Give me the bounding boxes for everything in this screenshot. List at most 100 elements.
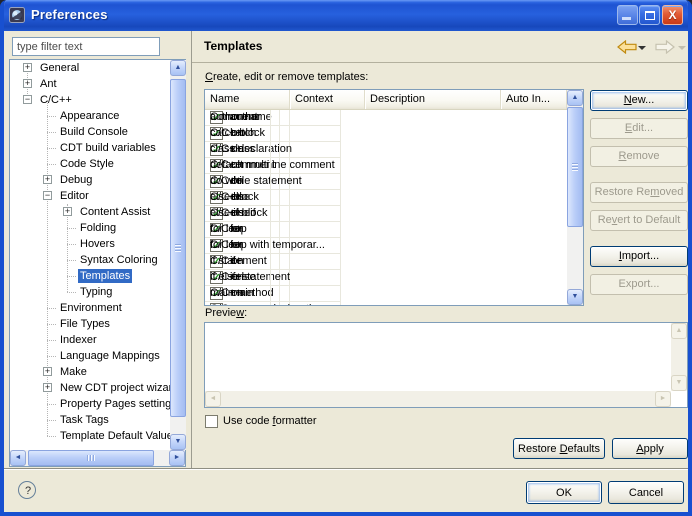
- tree-item-syntax-coloring[interactable]: Syntax Coloring: [10, 252, 170, 268]
- scroll-down-icon: ▼: [671, 375, 687, 391]
- tree-item-environment[interactable]: Environment: [10, 300, 170, 316]
- column-header-name[interactable]: Name: [205, 90, 290, 109]
- tree-item-label: Editor: [58, 189, 91, 203]
- restore-defaults-button[interactable]: Restore Defaults: [513, 438, 605, 459]
- window-title: Preferences: [31, 7, 108, 22]
- use-code-formatter-checkbox[interactable]: [205, 415, 218, 428]
- expand-icon[interactable]: +: [23, 79, 32, 88]
- tree-item-indexer[interactable]: Indexer: [10, 332, 170, 348]
- titlebar[interactable]: Preferences X: [0, 0, 692, 31]
- tree-item-general[interactable]: +General: [10, 60, 170, 76]
- expand-icon[interactable]: +: [43, 383, 52, 392]
- expand-icon[interactable]: +: [63, 207, 72, 216]
- template-row-for[interactable]: ✓forC/C++for loopon: [205, 222, 567, 238]
- tree-item-build-console[interactable]: Build Console: [10, 124, 170, 140]
- tree-vertical-scrollbar[interactable]: ▲ ▼: [170, 60, 186, 450]
- table-scroll-thumb[interactable]: [567, 107, 583, 227]
- cancel-button[interactable]: Cancel: [608, 481, 684, 504]
- tree-item-property-pages-settings[interactable]: Property Pages settings: [10, 396, 170, 412]
- template-row-if[interactable]: ✓ifC/C++if statementon: [205, 254, 567, 270]
- import-button[interactable]: Import...: [590, 246, 688, 267]
- tree-item-folding[interactable]: Folding: [10, 220, 170, 236]
- tree-item-label: Typing: [78, 285, 114, 299]
- tree-item-label: Debug: [58, 173, 94, 187]
- tree-item-label: Build Console: [58, 125, 130, 139]
- tree-item-c-c-[interactable]: −C/C++: [10, 92, 170, 108]
- filter-input[interactable]: [12, 37, 160, 56]
- tree-hscroll-thumb[interactable]: [28, 450, 154, 466]
- template-row-main[interactable]: ✓mainC/C++main methodon: [205, 286, 567, 302]
- minimize-button[interactable]: [617, 5, 638, 25]
- tree-item-cdt-build-variables[interactable]: CDT build variables: [10, 140, 170, 156]
- tree-content: +General+Ant−C/C++AppearanceBuild Consol…: [10, 60, 170, 450]
- template-row-do[interactable]: ✓doC/C++do while statementon: [205, 174, 567, 190]
- tree-item-code-style[interactable]: Code Style: [10, 156, 170, 172]
- template-row-elseif[interactable]: ✓elseifC/C++else if blockon: [205, 206, 567, 222]
- template-row-else[interactable]: ✓elseC/C++else blockon: [205, 190, 567, 206]
- tree-item-ant[interactable]: + Ant: [10, 76, 170, 92]
- maximize-button[interactable]: [639, 5, 660, 25]
- scroll-down-icon[interactable]: ▼: [567, 289, 583, 305]
- scroll-right-icon[interactable]: ►: [169, 450, 185, 466]
- tree-item-hovers[interactable]: Hovers: [10, 236, 170, 252]
- tree-item-new-cdt-project-wizard[interactable]: +New CDT project wizard: [10, 380, 170, 396]
- collapse-icon[interactable]: −: [43, 191, 52, 200]
- tree-item-content-assist[interactable]: +Content Assist: [10, 204, 170, 220]
- restore-removed-button[interactable]: Restore Removed: [590, 182, 688, 203]
- tree-item-label: Indexer: [58, 333, 99, 347]
- back-arrow-icon[interactable]: [617, 40, 637, 59]
- tree-item-label: Ant: [38, 77, 59, 91]
- template-row-namespace[interactable]: ✓namespaceC/C++namespace declarationon: [205, 302, 567, 305]
- tree-item-make[interactable]: +Make: [10, 364, 170, 380]
- forward-arrow-icon[interactable]: [655, 40, 675, 59]
- scroll-up-icon[interactable]: ▲: [567, 90, 583, 106]
- tree-item-template-default-values[interactable]: Template Default Values: [10, 428, 170, 444]
- templates-table: NameContextDescriptionAuto In... ✓author…: [204, 89, 584, 306]
- auto-insert-cell: on: [205, 142, 271, 158]
- close-button[interactable]: X: [662, 5, 683, 25]
- expand-icon[interactable]: +: [43, 367, 52, 376]
- tree-scroll-thumb[interactable]: [170, 79, 186, 417]
- table-vertical-scrollbar[interactable]: ▲ ▼: [567, 90, 583, 305]
- tree-stub: [47, 148, 56, 149]
- ok-button[interactable]: OK: [526, 481, 602, 504]
- column-header-context[interactable]: Context: [290, 90, 365, 109]
- scroll-left-icon[interactable]: ◄: [10, 450, 26, 466]
- tree-horizontal-scrollbar[interactable]: ◄ ►: [10, 450, 185, 466]
- column-header-auto-in-[interactable]: Auto In...: [501, 90, 567, 109]
- tree-item-typing[interactable]: Typing: [10, 284, 170, 300]
- scroll-up-icon[interactable]: ▲: [170, 60, 186, 76]
- scroll-down-icon[interactable]: ▼: [170, 434, 186, 450]
- template-row-class[interactable]: ✓classC/C++class declarationon: [205, 142, 567, 158]
- tree-item-label: Property Pages settings: [58, 397, 170, 411]
- tree-item-appearance[interactable]: Appearance: [10, 108, 170, 124]
- tree-item-editor[interactable]: −Editor: [10, 188, 170, 204]
- tree-item-templates[interactable]: Templates: [10, 268, 170, 284]
- help-button[interactable]: ?: [18, 481, 36, 499]
- tree-item-label: Appearance: [58, 109, 121, 123]
- apply-button[interactable]: Apply: [612, 438, 688, 459]
- pane-divider[interactable]: [191, 31, 192, 468]
- tree-item-debug[interactable]: + Debug: [10, 172, 170, 188]
- export-button[interactable]: Export...: [590, 274, 688, 295]
- column-header-description[interactable]: Description: [365, 90, 501, 109]
- expand-icon[interactable]: +: [23, 63, 32, 72]
- forward-history-caret-icon[interactable]: [678, 46, 686, 50]
- tree-item-file-types[interactable]: File Types: [10, 316, 170, 332]
- new-button[interactable]: New...: [590, 90, 688, 111]
- template-row-ifelse[interactable]: ✓ifelseC/C++if else statementon: [205, 270, 567, 286]
- template-row-for[interactable]: ✓forC/C++for loop with temporar...on: [205, 238, 567, 254]
- back-history-caret-icon[interactable]: [638, 46, 646, 50]
- collapse-icon[interactable]: −: [23, 95, 32, 104]
- tree-item-label: Folding: [78, 221, 118, 235]
- template-row-author[interactable]: ✓authorCommentauthor nameon: [205, 110, 567, 126]
- tree-item-task-tags[interactable]: Task Tags: [10, 412, 170, 428]
- remove-button[interactable]: Remove: [590, 146, 688, 167]
- template-row-catch[interactable]: ✓catchC/C++catch blockon: [205, 126, 567, 142]
- tree-item-language-mappings[interactable]: Language Mappings: [10, 348, 170, 364]
- preview-textarea[interactable]: ▲ ▼ ◄ ►: [204, 322, 688, 408]
- template-row-comment[interactable]: ✓commentC/C++default multiline commenton: [205, 158, 567, 174]
- revert-to-default-button[interactable]: Revert to Default: [590, 210, 688, 231]
- expand-icon[interactable]: +: [43, 175, 52, 184]
- edit-button[interactable]: Edit...: [590, 118, 688, 139]
